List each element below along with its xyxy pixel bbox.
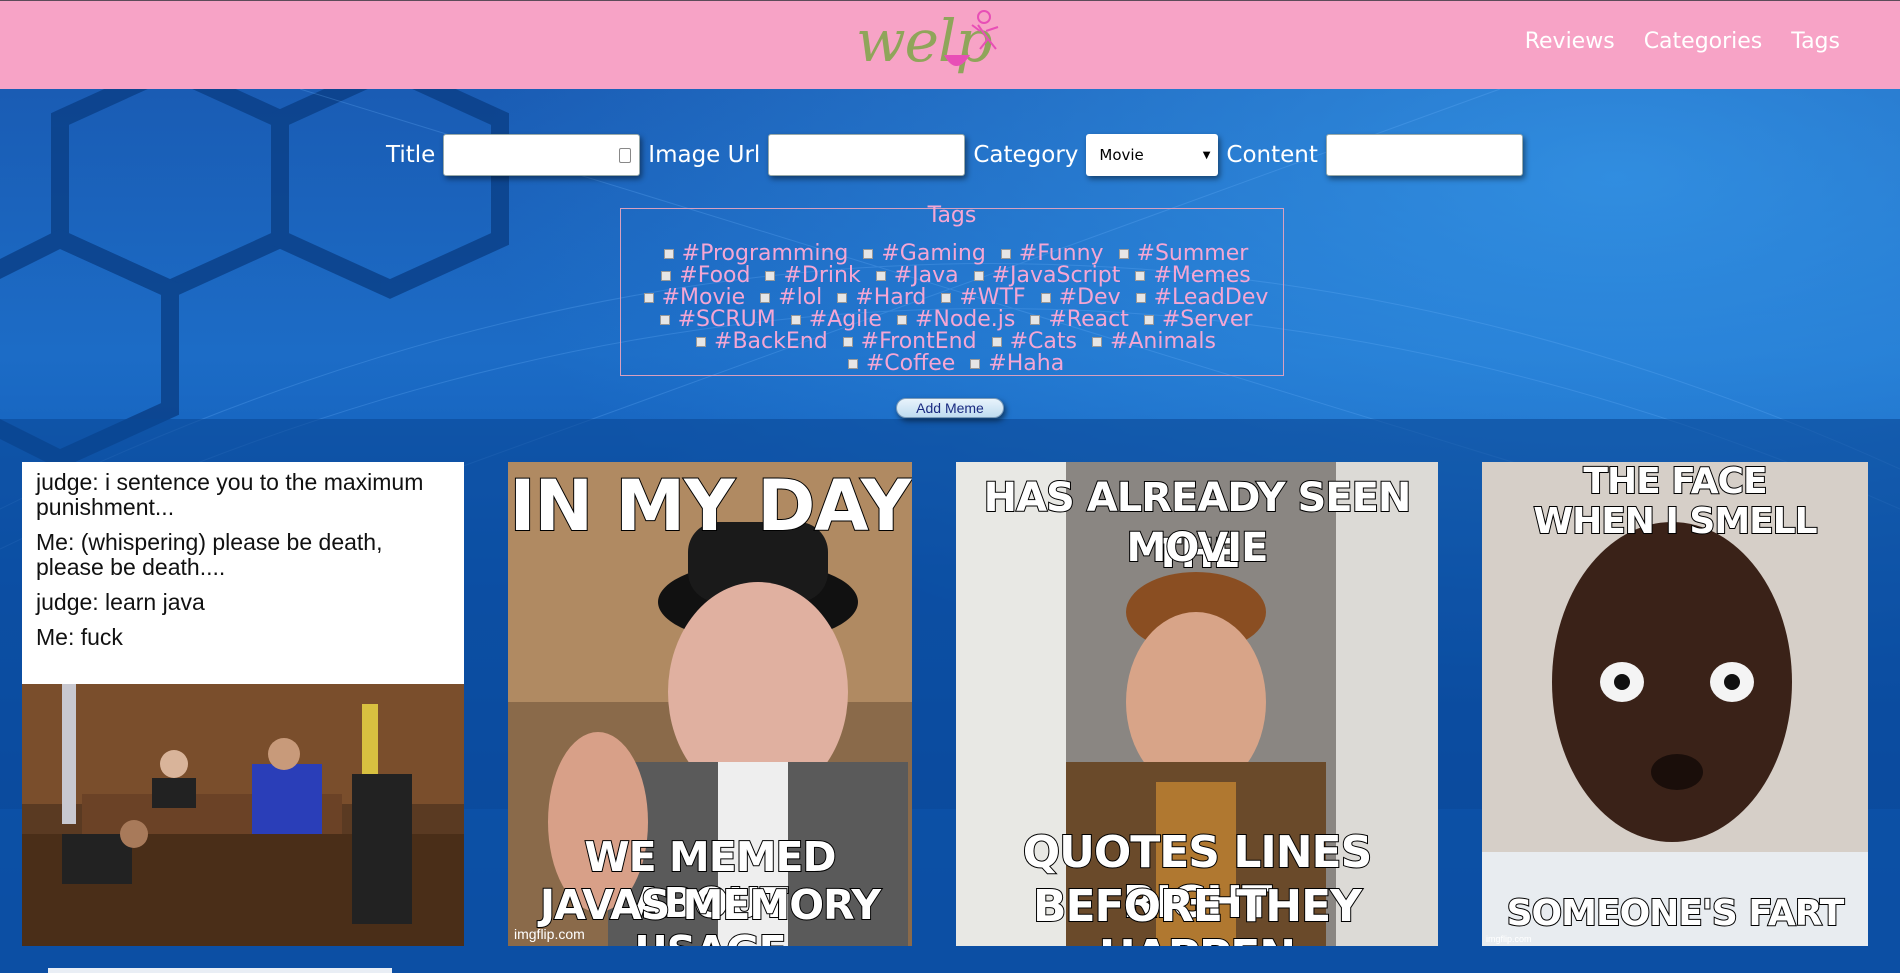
watermark: imgflip.com	[514, 926, 585, 942]
meme-card[interactable]: judge: i sentence you to the maximum pun…	[22, 462, 464, 946]
meme-card[interactable]: HAS ALREADY SEEN THE MOVIE QUOTES LINES …	[956, 462, 1438, 946]
meme-bottom-text: BEFORE THEY HAPPEN	[1032, 881, 1363, 947]
meme-card[interactable]: IN MY DAY WE MEMED ABOUT JAVAS MEMORY US…	[508, 462, 912, 946]
tag-label: #BackEnd	[714, 329, 828, 354]
nav-reviews[interactable]: Reviews	[1525, 29, 1615, 54]
meme-top-text: IN MY DAY	[509, 465, 913, 547]
image-url-label: Image Url	[648, 142, 761, 168]
title-input[interactable]	[443, 134, 641, 176]
tag-checkbox[interactable]	[1135, 271, 1146, 281]
meme-line: Me: (whispering) please be death, please…	[36, 529, 383, 580]
tag-checkbox[interactable]	[1040, 293, 1051, 303]
category-label: Category	[973, 142, 1079, 168]
tags-checkbox-list: #Programming #Gaming #Funny #Summer #Foo…	[635, 243, 1269, 375]
dropdown-arrow-icon: ▼	[1202, 149, 1211, 161]
tag-checkbox[interactable]	[1118, 249, 1129, 259]
tag-checkbox[interactable]	[1091, 337, 1102, 347]
tag-item[interactable]: #BackEnd	[688, 329, 828, 354]
top-navbar: welp Reviews Categories Tags	[0, 0, 1900, 89]
nav-categories[interactable]: Categories	[1644, 29, 1763, 54]
tag-checkbox[interactable]	[896, 315, 907, 325]
meme-line: judge: learn java	[36, 589, 205, 615]
tag-checkbox[interactable]	[1135, 293, 1146, 303]
tag-label: #Haha	[988, 351, 1065, 376]
main-nav: Reviews Categories Tags	[1525, 29, 1840, 54]
courtroom-photo	[22, 684, 464, 946]
meme-bottom-text: SOMEONE'S FART	[1506, 893, 1846, 935]
add-meme-button[interactable]: Add Meme	[896, 398, 1004, 418]
category-select[interactable]: Movie ▼	[1086, 134, 1219, 176]
title-label: Title	[386, 142, 436, 168]
welp-logo[interactable]: welp	[852, 5, 1012, 83]
tag-checkbox[interactable]	[663, 249, 674, 259]
tag-item[interactable]: #Haha	[962, 351, 1064, 376]
tag-checkbox[interactable]	[696, 337, 707, 347]
autofill-icon	[619, 148, 632, 163]
tag-checkbox[interactable]	[837, 293, 848, 303]
meme-card[interactable]: THE FACE WHEN I SMELL SOMEONE'S FART img…	[1482, 462, 1868, 946]
tag-checkbox[interactable]	[760, 293, 771, 303]
meme-caption-area: judge: i sentence you to the maximum pun…	[22, 462, 464, 684]
tag-checkbox[interactable]	[661, 271, 672, 281]
tag-checkbox[interactable]	[970, 359, 981, 369]
content-input[interactable]	[1325, 134, 1523, 176]
meme-top-text: WHEN I SMELL	[1532, 501, 1818, 543]
image-url-input[interactable]	[768, 134, 966, 176]
tag-checkbox[interactable]	[973, 271, 984, 281]
tag-checkbox[interactable]	[765, 271, 776, 281]
tag-checkbox[interactable]	[1030, 315, 1041, 325]
tag-item[interactable]: #Animals	[1084, 329, 1216, 354]
logo-figure-icon	[944, 10, 999, 66]
meme-line: Me: fuck	[36, 624, 123, 650]
tag-checkbox[interactable]	[863, 249, 874, 259]
meme-top-text: THE FACE	[1582, 462, 1768, 503]
tag-label: #Animals	[1109, 329, 1216, 354]
meme-top-text: MOVIE	[1126, 524, 1270, 572]
tag-checkbox[interactable]	[659, 315, 670, 325]
watermark: imgflip.com	[1486, 934, 1532, 944]
tag-checkbox[interactable]	[1143, 315, 1154, 325]
tags-legend: Tags	[927, 203, 977, 228]
tag-checkbox[interactable]	[842, 337, 853, 347]
category-selected-value: Movie	[1099, 146, 1144, 164]
tag-checkbox[interactable]	[643, 293, 654, 303]
meme-form: Title Image Url Category Movie ▼ Content	[386, 133, 1531, 177]
tag-checkbox[interactable]	[790, 315, 801, 325]
tag-item[interactable]: #Coffee	[840, 351, 955, 376]
tag-checkbox[interactable]	[847, 359, 858, 369]
nav-tags[interactable]: Tags	[1791, 29, 1840, 54]
content-label: Content	[1226, 142, 1318, 168]
tag-checkbox[interactable]	[1000, 249, 1011, 259]
tag-label: #Coffee	[865, 351, 956, 376]
meme-line: judge: i sentence you to the maximum pun…	[36, 469, 424, 520]
tag-checkbox[interactable]	[991, 337, 1002, 347]
tag-checkbox[interactable]	[941, 293, 952, 303]
tag-checkbox[interactable]	[875, 271, 886, 281]
horizontal-scrollbar[interactable]	[48, 968, 392, 973]
tags-fieldset: Tags #Programming #Gaming #Funny #Summer…	[620, 203, 1284, 376]
